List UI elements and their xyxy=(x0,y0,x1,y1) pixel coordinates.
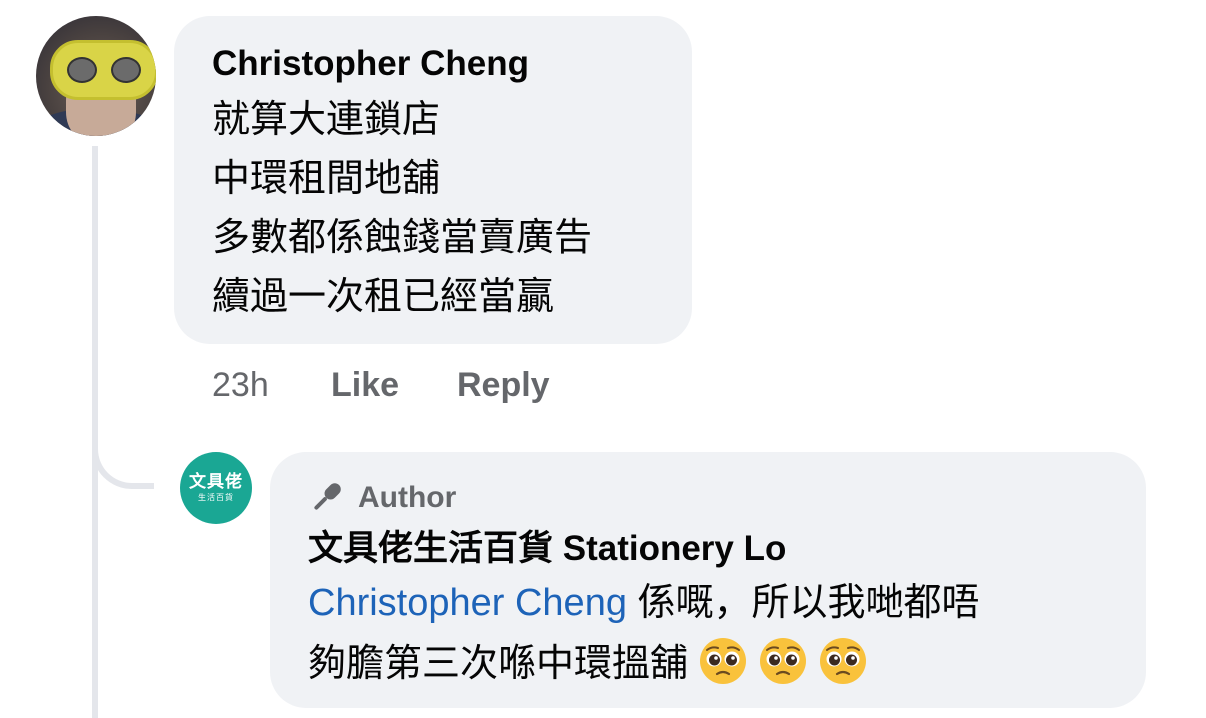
comment-text-line: 就算大連鎖店 xyxy=(212,99,441,141)
pleading-face-emoji xyxy=(820,638,867,684)
reply-text: 係嘅，所以我哋都唔 xyxy=(626,582,980,624)
thread-reply-connector xyxy=(92,425,154,489)
reply-button[interactable]: Reply xyxy=(457,364,550,406)
microphone-icon xyxy=(314,483,341,510)
author-badge: Author xyxy=(358,481,457,514)
reply-author-name[interactable]: 文具佬生活百貨 Stationery Lo xyxy=(308,527,786,571)
like-button[interactable]: Like xyxy=(331,364,399,406)
avatar[interactable] xyxy=(36,16,156,136)
pleading-face-emoji xyxy=(700,638,747,684)
comment-author-name[interactable]: Christopher Cheng xyxy=(212,42,529,86)
page-avatar[interactable]: 文具佬 生活百貨 xyxy=(180,452,252,524)
comment-text-line: 中環租間地舖 xyxy=(212,158,441,200)
comment-text-line: 續過一次租已經當贏 xyxy=(212,276,555,318)
comment-timestamp[interactable]: 23h xyxy=(212,364,269,406)
reply-text-line: 夠膽第三次喺中環搵舖 xyxy=(308,636,868,689)
mention-link[interactable]: Christopher Cheng xyxy=(308,582,627,624)
reply-text: 夠膽第三次喺中環搵舖 xyxy=(308,643,689,685)
page-logo-subtext: 生活百貨 xyxy=(198,493,234,502)
avatar-mask-image xyxy=(50,40,156,100)
page-logo-text: 文具佬 xyxy=(189,472,243,491)
comment-text-line: 多數都係蝕錢當賣廣告 xyxy=(212,217,593,259)
pleading-face-emoji xyxy=(760,638,807,684)
reply-text-line: Christopher Cheng 係嘅，所以我哋都唔 xyxy=(308,578,980,628)
comment-thread: Christopher Cheng 就算大連鎖店 中環租間地舖 多數都係蝕錢當賣… xyxy=(0,0,1206,718)
